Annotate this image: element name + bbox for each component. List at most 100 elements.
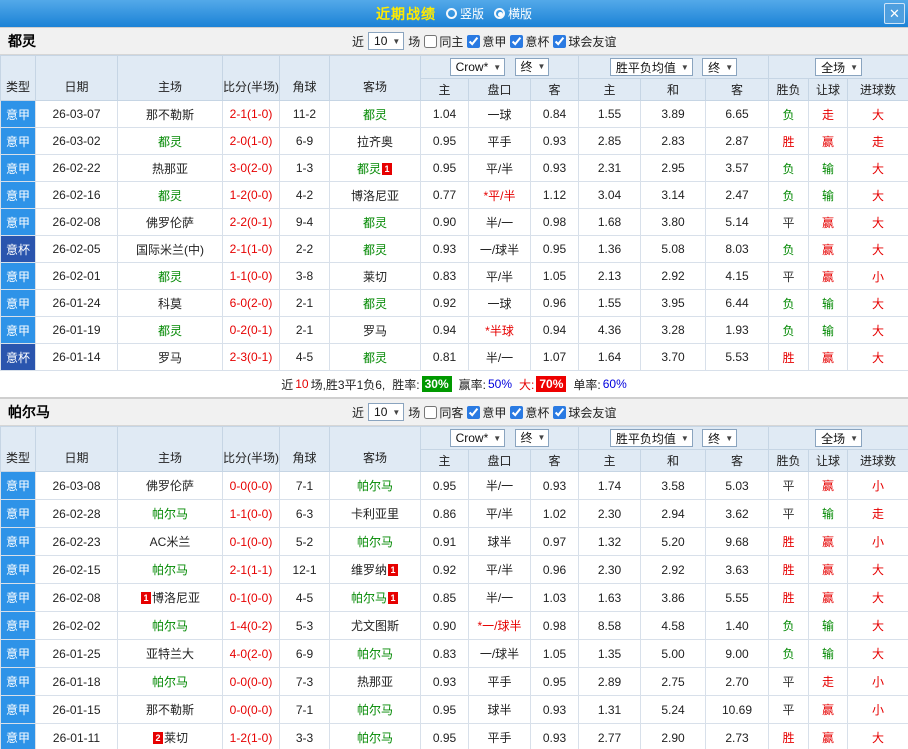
single-rate-label: 单率: — [573, 377, 601, 392]
away-team-cell: 维罗纳 1 — [329, 555, 421, 584]
avg-away-cell: 10.69 — [704, 695, 770, 724]
avg-odds-dropdown[interactable]: 胜平负均值 ▼ — [609, 58, 693, 76]
away-odds-cell: 1.05 — [530, 262, 579, 290]
away-team-cell: 都灵 — [329, 343, 421, 371]
avg-away-cell: 6.65 — [704, 100, 770, 128]
corners-cell: 5-3 — [279, 611, 330, 640]
home-team-cell: 帕尔马 — [117, 555, 223, 584]
games-label: 场 — [408, 34, 421, 49]
league-type-cell: 意甲 — [0, 667, 36, 696]
avg-draw-cell: 2.94 — [640, 499, 706, 528]
goals-result-cell: 大 — [847, 154, 908, 182]
score-cell: 2-0(1-0) — [222, 127, 280, 155]
avg-home-cell: 2.31 — [578, 154, 641, 182]
friendly-checkbox-input[interactable] — [553, 405, 567, 419]
chevron-down-icon: ▼ — [493, 62, 502, 72]
bookmaker-dropdown[interactable]: Crow* ▼ — [449, 429, 506, 448]
corners-cell: 6-9 — [279, 639, 330, 668]
col-header-odds-home: 主 — [420, 449, 469, 472]
friendly-checkbox-input[interactable] — [553, 34, 567, 48]
score-cell: 0-1(0-0) — [222, 583, 280, 612]
final-odds-dropdown[interactable]: 终 ▼ — [514, 57, 550, 76]
match-row: 意甲 26-03-08 佛罗伦萨 0-0(0-0) 7-1 帕尔马 0.95 半/一 0.93 1… — [0, 471, 908, 500]
date-cell: 26-02-15 — [35, 555, 118, 584]
avg-draw-cell: 5.20 — [640, 527, 706, 556]
result-cell: 胜 — [768, 343, 810, 371]
avg-draw-cell: 3.70 — [640, 343, 706, 371]
coppa-checkbox-input[interactable] — [510, 34, 524, 48]
close-icon[interactable]: ✕ — [884, 3, 905, 24]
handicap-result-cell: 赢 — [808, 235, 849, 263]
same-home-checkbox-input[interactable] — [424, 34, 438, 48]
avg-odds-dropdown[interactable]: 胜平负均值 ▼ — [609, 429, 693, 447]
avg-home-cell: 2.89 — [578, 667, 641, 696]
corners-cell: 4-2 — [279, 181, 330, 209]
result-cell: 负 — [768, 639, 810, 668]
checkbox-friendly[interactable]: 球会友谊 — [553, 33, 616, 50]
scope-dropdown[interactable]: 全场 ▼ — [815, 429, 862, 447]
avg-home-cell: 3.04 — [578, 181, 641, 209]
odds-dropdown-group: Crow* ▼ 终 ▼ — [420, 426, 579, 450]
home-team-cell: 都灵 — [117, 127, 223, 155]
corners-cell: 2-1 — [279, 289, 330, 317]
chevron-down-icon: ▼ — [680, 433, 689, 443]
corners-cell: 4-5 — [279, 343, 330, 371]
match-row: 意甲 26-03-02 都灵 2-0(1-0) 6-9 拉齐奥 0.95 平手 0.93 2.85… — [0, 127, 908, 155]
home-team-cell: 热那亚 — [117, 154, 223, 182]
home-odds-cell: 0.95 — [420, 154, 469, 182]
chevron-down-icon: ▼ — [850, 62, 858, 72]
away-odds-cell: 1.02 — [530, 499, 579, 528]
avg-away-cell: 5.14 — [704, 208, 770, 236]
summary-bar: 近 10 场,胜3平1负6, 胜率: 30% 赢率: 50% 大: 70% 单率: … — [0, 371, 908, 398]
away-team-cell: 都灵 1 — [329, 154, 421, 182]
home-odds-cell: 0.92 — [420, 555, 469, 584]
score-cell: 0-2(0-1) — [222, 316, 280, 344]
serie-a-checkbox-input[interactable] — [467, 34, 481, 48]
goals-result-cell: 大 — [847, 316, 908, 344]
away-team-cell: 帕尔马 — [329, 527, 421, 556]
result-cell: 负 — [768, 100, 810, 128]
checkbox-same-away[interactable]: 同客 — [424, 404, 463, 421]
team-name: 都灵 — [8, 33, 36, 49]
chevron-down-icon: ▼ — [725, 433, 734, 443]
checkbox-friendly[interactable]: 球会友谊 — [553, 404, 616, 421]
avg-home-cell: 1.36 — [578, 235, 641, 263]
final-avg-dropdown[interactable]: 终 ▼ — [702, 58, 738, 76]
match-count-dropdown[interactable]: 10 ▼ — [368, 403, 405, 421]
match-row: 意甲 26-02-28 帕尔马 1-1(0-0) 6-3 卡利亚里 0.86 平/半 1.02 2… — [0, 499, 908, 528]
serie-a-checkbox-input[interactable] — [467, 405, 481, 419]
away-odds-cell: 0.97 — [530, 527, 579, 556]
match-count-dropdown[interactable]: 10 ▼ — [368, 32, 405, 50]
checkbox-coppa[interactable]: 意杯 — [510, 33, 549, 50]
home-odds-cell: 0.86 — [420, 499, 469, 528]
corners-cell: 2-1 — [279, 316, 330, 344]
final-avg-dropdown[interactable]: 终 ▼ — [702, 429, 738, 447]
avg-draw-cell: 3.28 — [640, 316, 706, 344]
avg-home-cell: 1.63 — [578, 583, 641, 612]
window-title: 近期战绩 — [375, 5, 436, 22]
checkbox-same-home[interactable]: 同主 — [424, 33, 463, 50]
away-team-cell: 都灵 — [329, 289, 421, 317]
away-odds-cell: 0.84 — [530, 100, 579, 128]
layout-radio-vertical[interactable]: 竖版 — [445, 5, 484, 22]
league-type-cell: 意杯 — [0, 343, 36, 371]
final-odds-dropdown[interactable]: 终 ▼ — [514, 428, 550, 447]
checkbox-coppa[interactable]: 意杯 — [510, 404, 549, 421]
league-type-cell: 意甲 — [0, 127, 36, 155]
league-type-cell: 意甲 — [0, 316, 36, 344]
same-away-checkbox-input[interactable] — [424, 405, 438, 419]
bookmaker-dropdown[interactable]: Crow* ▼ — [449, 58, 506, 77]
scope-dropdown[interactable]: 全场 ▼ — [815, 58, 862, 76]
avg-home-cell: 1.31 — [578, 695, 641, 724]
league-type-cell: 意甲 — [0, 289, 36, 317]
chevron-down-icon: ▼ — [537, 62, 546, 72]
away-team-cell: 帕尔马 — [329, 695, 421, 724]
checkbox-serie-a[interactable]: 意甲 — [467, 33, 506, 50]
away-team-cell: 拉齐奥 — [329, 127, 421, 155]
coppa-checkbox-input[interactable] — [510, 405, 524, 419]
goals-result-cell: 小 — [847, 471, 908, 500]
goals-result-cell: 大 — [847, 181, 908, 209]
results-table-parma: 类型 日期 主场 比分(半场) 角球 客场 Crow* ▼ 终 ▼ 胜平负均值 ▼ 终… — [0, 426, 908, 749]
layout-radio-horizontal[interactable]: 横版 — [494, 5, 532, 22]
checkbox-serie-a[interactable]: 意甲 — [467, 404, 506, 421]
